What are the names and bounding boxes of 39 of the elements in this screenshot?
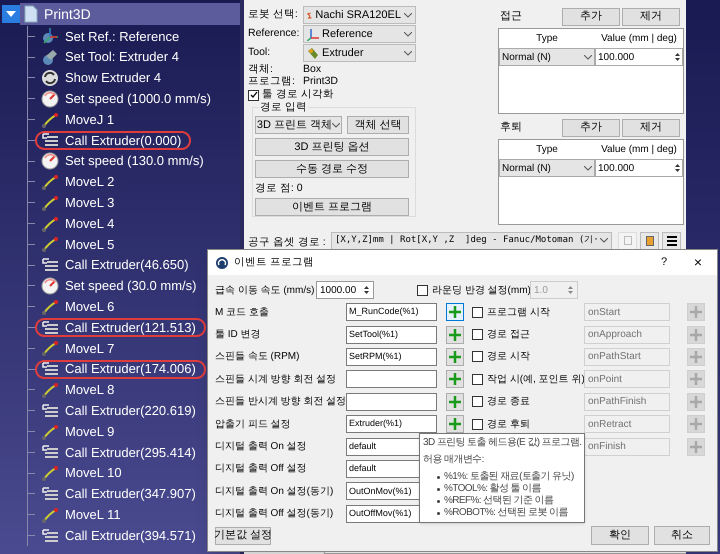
info-label: 프로그램: <box>248 76 296 86</box>
tooltip-text: %TOOL%: 활성 툴 이름 <box>444 483 541 495</box>
checkbox-label: 작업 시(예, 포인트 위) <box>487 372 585 387</box>
field-label: 급속 이동 속도 (mm/s) <box>215 284 316 298</box>
field-label: M 코드 호출 <box>215 306 270 320</box>
field-label: 디지털 출력 On 설정 <box>215 440 308 454</box>
field-label: 로봇 선택: <box>248 7 299 22</box>
checkbox-label: 경로 후퇴 <box>487 418 530 432</box>
tooltip-text: %REF%: 선택된 기준 이름 <box>444 495 554 507</box>
column-header: Type <box>535 143 559 157</box>
field-label: 스핀들 속도 (RPM) <box>215 350 300 364</box>
info-value: Box <box>303 64 322 74</box>
checkbox-label: 경로 시작 <box>487 350 530 364</box>
tooltip-text: %ROBOT%: 선택된 로봇 이름 <box>444 507 568 519</box>
column-header: Type <box>535 32 559 46</box>
tool-offset-label: 공구 옵셋 경로 : <box>248 235 327 250</box>
checkbox-label: 프로그램 시작 <box>487 306 550 320</box>
column-header: Value (mm | deg) <box>600 32 678 46</box>
field-label: Reference: <box>248 26 300 42</box>
checkbox-label: 툴 경로 시각화 <box>262 87 334 102</box>
field-label: Tool: <box>248 45 272 60</box>
section-label: 후퇴 <box>499 120 523 136</box>
checkbox-label: 라운딩 반경 설정(mm) <box>432 284 530 298</box>
window-title: 이벤트 프로그램 <box>234 254 314 270</box>
field-label: 디지털 출력 Off 설정(동기) <box>215 507 334 522</box>
field-label: 디지털 출력 On 설정(동기) <box>215 484 334 499</box>
section-label: 접근 <box>499 9 523 24</box>
field-label: 스핀들 시계 방향 회전 설정 <box>215 372 338 387</box>
field-label: 압출기 피드 설정 <box>215 418 292 432</box>
path-points-text: 경로 점: 0 <box>255 182 304 194</box>
tooltip-text: %1%: 토출된 재료(토출기 유닛) <box>444 471 574 483</box>
field-label: 디지털 출력 Off 설정 <box>215 462 308 476</box>
info-label: 객체: <box>248 64 274 74</box>
checkbox-label: 경로 종료 <box>487 395 530 410</box>
field-label: 스핀들 반시계 방향 회전 설정 <box>215 395 346 410</box>
field-label: 툴 ID 변경 <box>215 328 262 342</box>
checkbox-label: 경로 접근 <box>487 328 530 342</box>
info-value: Print3D <box>303 76 338 86</box>
column-header: Value (mm | deg) <box>600 143 678 157</box>
